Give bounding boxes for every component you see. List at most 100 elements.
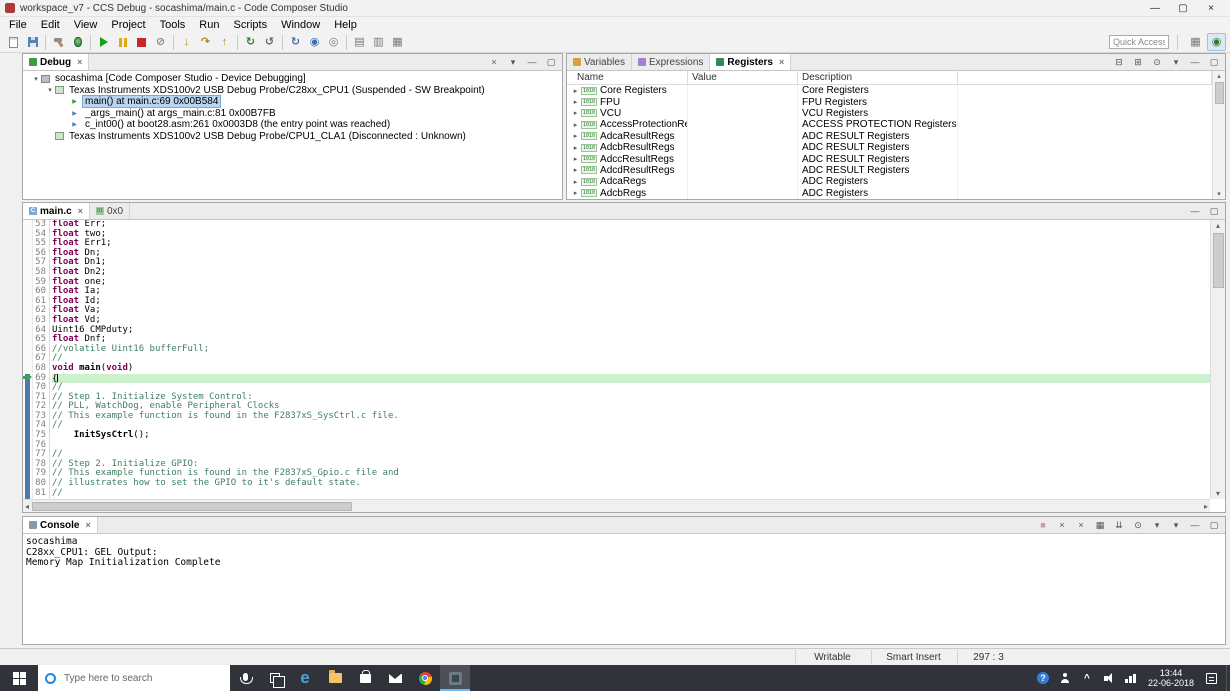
code-line[interactable]: InitSysCtrl(); [52, 430, 1210, 441]
terminate-button[interactable]: ■ [1036, 518, 1050, 532]
maximize-button[interactable]: ▢ [1169, 3, 1197, 14]
debug-tree-row[interactable]: _args_main() at args_main.c:81 0x00B7FB [23, 108, 562, 120]
close-icon[interactable] [77, 57, 82, 67]
code-line[interactable]: float Dnf; [52, 334, 1210, 345]
code-line[interactable]: float Dn; [52, 248, 1210, 259]
hidden-icons-button[interactable]: ^ [1076, 665, 1098, 691]
tab-debug[interactable]: Debug [23, 54, 90, 70]
breakpoints-button[interactable]: ◉ [305, 33, 324, 51]
mail-button[interactable] [380, 665, 410, 691]
edge-button[interactable]: e [290, 665, 320, 691]
debug-tree-row[interactable]: main() at main.c:69 0x00B584 [23, 95, 562, 109]
code-line[interactable] [52, 441, 1210, 451]
scroll-down-icon[interactable]: ▾ [1217, 190, 1221, 198]
tree-expander-icon[interactable]: ▾ [31, 75, 41, 83]
resume-button[interactable] [94, 33, 113, 51]
maximize-button[interactable]: ▢ [1207, 55, 1221, 69]
cpu-reset-button[interactable]: ↺ [260, 33, 279, 51]
view-menu-button[interactable]: ▾ [506, 55, 520, 69]
view-menu-button[interactable]: ▾ [1169, 55, 1183, 69]
code-line[interactable]: float Ia; [52, 286, 1210, 297]
perspective-ccs-debug-button[interactable]: ◉ [1207, 33, 1226, 51]
refresh-button[interactable]: ↻ [286, 33, 305, 51]
scroll-down-icon[interactable]: ▾ [1216, 489, 1220, 498]
close-button[interactable]: × [1197, 3, 1225, 14]
step-over-button[interactable]: ↷ [196, 33, 215, 51]
remove-launch-button[interactable]: × [1055, 518, 1069, 532]
code-line[interactable]: // [52, 354, 1210, 364]
register-row[interactable]: ▸ AdcbRegs ADC Registers [567, 187, 1212, 199]
tab-expressions[interactable]: Expressions [632, 54, 711, 70]
register-row[interactable]: ▸ AdcaResultRegs ADC RESULT Registers [567, 130, 1212, 142]
taskbar-search-input[interactable] [62, 671, 207, 685]
tree-expander-icon[interactable]: ▸ [571, 109, 580, 117]
code-line[interactable]: float Vd; [52, 315, 1210, 326]
perspective-ccs-edit-button[interactable]: ▦ [1186, 33, 1205, 51]
code-line[interactable]: //volatile Uint16 bufferFull; [52, 344, 1210, 355]
store-button[interactable] [350, 665, 380, 691]
tree-expander-icon[interactable]: ▸ [571, 144, 580, 152]
annotation-ruler[interactable] [23, 220, 33, 499]
start-button[interactable] [0, 665, 38, 691]
minimize-button[interactable]: — [1188, 55, 1202, 69]
tree-expander-icon[interactable]: ▸ [571, 189, 580, 197]
column-header-description[interactable]: Description [798, 71, 958, 84]
debug-tree-row[interactable]: ▾ socashima [Code Composer Studio - Devic… [23, 73, 562, 85]
minimize-button[interactable]: — [1188, 204, 1202, 218]
watchpoint-button[interactable]: ◎ [324, 33, 343, 51]
register-row[interactable]: ▸ AdcaRegs ADC Registers [567, 176, 1212, 188]
collapse-all-button[interactable]: ⊟ [1112, 55, 1126, 69]
menu-view[interactable]: View [67, 19, 105, 31]
taskbar-clock[interactable]: 13:44 22-06-2018 [1142, 668, 1200, 688]
scroll-left-icon[interactable]: ◂ [25, 502, 29, 511]
registers-view-button[interactable]: ▥ [369, 33, 388, 51]
console-output[interactable]: socashima C28xx_CPU1: GEL Output: Memory M… [23, 534, 1225, 644]
code-line[interactable]: float Id; [52, 296, 1210, 307]
pin-view-button[interactable]: ⊙ [1150, 55, 1164, 69]
code-line[interactable]: // [52, 488, 1210, 499]
close-icon[interactable] [78, 206, 83, 216]
action-center-button[interactable] [1200, 665, 1222, 691]
editor-tab-main-c[interactable]: main.c [23, 203, 90, 219]
minimize-button[interactable]: — [1141, 3, 1169, 14]
scroll-up-icon[interactable]: ▴ [1217, 72, 1221, 80]
register-row[interactable]: ▸ AdcbResultRegs ADC RESULT Registers [567, 141, 1212, 154]
register-row[interactable]: ▸ Core Registers Core Registers [567, 85, 1212, 97]
maximize-button[interactable]: ▢ [544, 55, 558, 69]
debug-tree-row[interactable]: Texas Instruments XDS100v2 USB Debug Pro… [23, 131, 562, 143]
scroll-up-icon[interactable]: ▴ [1216, 221, 1220, 230]
suspend-button[interactable] [113, 33, 132, 51]
code-line[interactable]: { [52, 373, 1210, 383]
menu-scripts[interactable]: Scripts [226, 19, 274, 31]
save-button[interactable] [23, 33, 42, 51]
tree-expander-icon[interactable]: ▸ [571, 178, 580, 186]
show-desktop-button[interactable] [1226, 665, 1230, 691]
scroll-lock-button[interactable]: ⇊ [1112, 518, 1126, 532]
scrollbar-thumb[interactable] [32, 501, 353, 511]
register-row[interactable]: ▸ FPU FPU Registers [567, 96, 1212, 108]
code-editor[interactable]: float Err; float two; float Err1; float Dn;… [50, 220, 1210, 499]
code-line[interactable]: // [52, 449, 1210, 460]
close-icon[interactable] [85, 520, 90, 530]
menu-run[interactable]: Run [192, 19, 226, 31]
menu-project[interactable]: Project [104, 19, 152, 31]
column-header-value[interactable]: Value [688, 71, 798, 84]
taskbar-search[interactable] [38, 665, 230, 691]
step-return-button[interactable]: ↑ [215, 33, 234, 51]
minimize-button[interactable]: — [1188, 518, 1202, 532]
menu-help[interactable]: Help [327, 19, 364, 31]
editor-tab-0x0[interactable]: 0x0 [90, 203, 131, 219]
tab-console[interactable]: Console [23, 517, 98, 533]
register-row[interactable]: ▸ VCU VCU Registers [567, 107, 1212, 120]
tab-registers[interactable]: Registers [710, 54, 792, 70]
task-view-button[interactable] [260, 665, 290, 691]
maximize-button[interactable]: ▢ [1207, 204, 1221, 218]
expand-all-button[interactable]: ⊞ [1131, 55, 1145, 69]
ccs-button[interactable] [440, 665, 470, 691]
code-line[interactable]: Uint16 CMPduty; [52, 325, 1210, 336]
code-line[interactable]: // illustrates how to set the GPIO to it… [52, 478, 1210, 489]
code-line[interactable]: float Err; [52, 220, 1210, 230]
volume-button[interactable] [1098, 665, 1120, 691]
scrollbar-thumb[interactable] [1212, 233, 1224, 288]
step-into-button[interactable]: ↓ [177, 33, 196, 51]
